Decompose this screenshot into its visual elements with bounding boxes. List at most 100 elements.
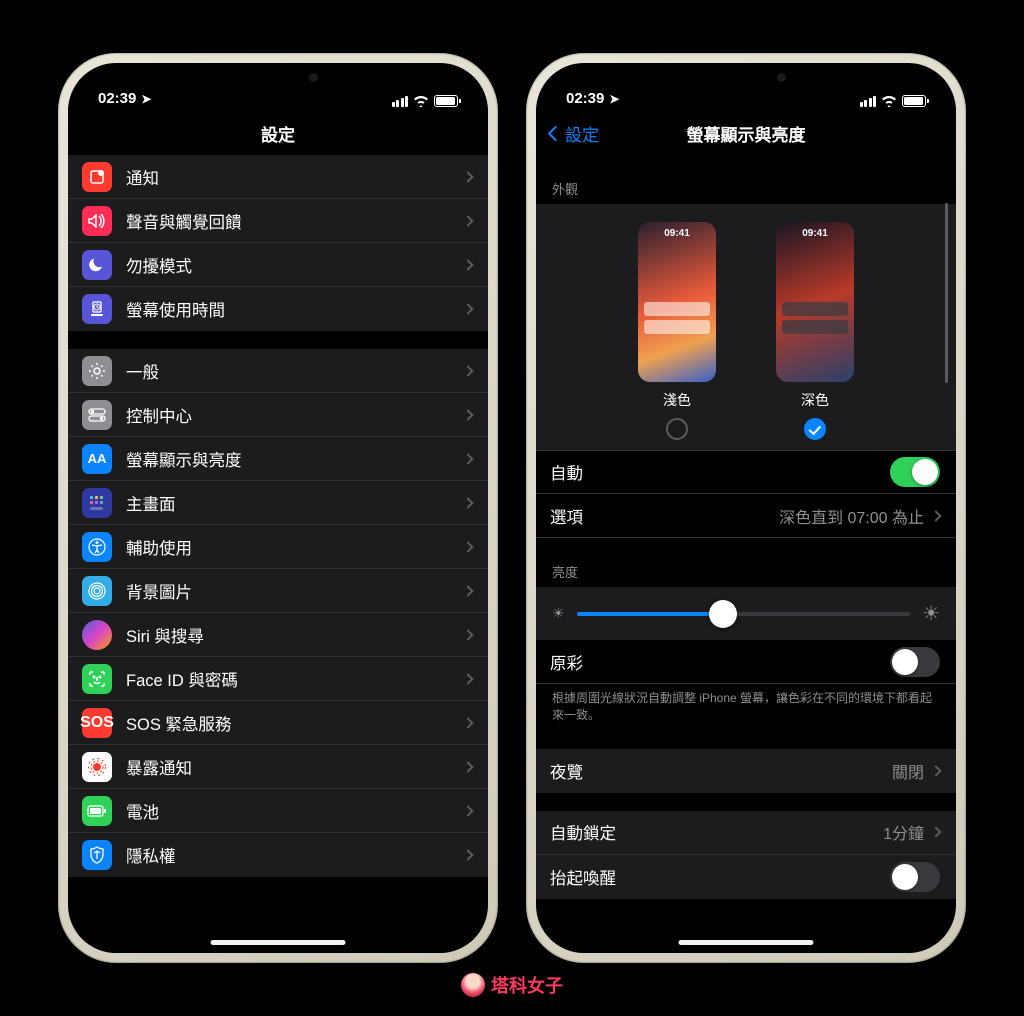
radio-light[interactable] xyxy=(666,418,688,440)
row-notifications[interactable]: 通知 xyxy=(68,155,488,199)
sos-icon: SOS xyxy=(82,708,112,738)
row-battery[interactable]: 電池 xyxy=(68,789,488,833)
preview-dark: 09:41 xyxy=(776,222,854,382)
control-center-icon xyxy=(82,400,112,430)
row-auto-lock[interactable]: 自動鎖定 1分鐘 xyxy=(536,811,956,855)
navbar-settings: 設定 xyxy=(68,111,488,155)
row-dnd[interactable]: 勿擾模式 xyxy=(68,243,488,287)
row-privacy[interactable]: 隱私權 xyxy=(68,833,488,877)
row-sounds[interactable]: 聲音與觸覺回饋 xyxy=(68,199,488,243)
row-options[interactable]: 選項 深色直到 07:00 為止 xyxy=(536,494,956,538)
chevron-right-icon xyxy=(930,827,941,838)
row-auto: 自動 xyxy=(536,450,956,494)
chevron-right-icon xyxy=(462,673,473,684)
toggle-raise-wake[interactable] xyxy=(890,862,940,892)
scrollbar[interactable] xyxy=(945,203,948,383)
row-exposure[interactable]: 暴露通知 xyxy=(68,745,488,789)
homescreen-icon xyxy=(82,488,112,518)
dnd-icon xyxy=(82,250,112,280)
notch xyxy=(651,63,841,93)
wifi-icon xyxy=(413,95,429,107)
appearance-light[interactable]: 09:41 淺色 xyxy=(638,222,716,440)
row-raise-wake: 抬起喚醒 xyxy=(536,855,956,899)
chevron-right-icon xyxy=(462,541,473,552)
notch xyxy=(183,63,373,93)
settings-group-2: 一般 控制中心 AA螢幕顯示與亮度 主畫面 輔助使用 背景圖片 Siri 與搜尋… xyxy=(68,349,488,877)
home-indicator[interactable] xyxy=(211,940,346,945)
screen-left: 02:39 ➤ 設定 通知 聲音與觸覺回饋 勿擾模式 螢幕使用時間 一般 控制中… xyxy=(68,63,488,953)
chevron-right-icon xyxy=(462,171,473,182)
display-settings[interactable]: 外觀 09:41 淺色 09:41 深色 自動 選項 深色直到 07 xyxy=(536,155,956,953)
back-button[interactable]: 設定 xyxy=(550,121,599,146)
faceid-icon xyxy=(82,664,112,694)
notifications-icon xyxy=(82,162,112,192)
row-faceid[interactable]: Face ID 與密碼 xyxy=(68,657,488,701)
watermark-icon xyxy=(461,973,485,997)
toggle-true-tone[interactable] xyxy=(890,647,940,677)
accessibility-icon xyxy=(82,532,112,562)
chevron-right-icon xyxy=(462,717,473,728)
row-siri[interactable]: Siri 與搜尋 xyxy=(68,613,488,657)
navbar-display: 設定 螢幕顯示與亮度 xyxy=(536,111,956,155)
display-icon: AA xyxy=(82,444,112,474)
row-true-tone: 原彩 xyxy=(536,640,956,684)
page-title: 設定 xyxy=(261,121,295,146)
settings-list[interactable]: 通知 聲音與觸覺回饋 勿擾模式 螢幕使用時間 一般 控制中心 AA螢幕顯示與亮度… xyxy=(68,155,488,953)
chevron-right-icon xyxy=(462,849,473,860)
exposure-icon xyxy=(82,752,112,782)
preview-light: 09:41 xyxy=(638,222,716,382)
appearance-dark[interactable]: 09:41 深色 xyxy=(776,222,854,440)
chevron-right-icon xyxy=(462,629,473,640)
row-wallpaper[interactable]: 背景圖片 xyxy=(68,569,488,613)
general-icon xyxy=(82,356,112,386)
group-night-shift: 夜覽 關閉 xyxy=(536,749,956,793)
sounds-icon xyxy=(82,206,112,236)
row-general[interactable]: 一般 xyxy=(68,349,488,393)
slider-fill xyxy=(577,612,724,616)
toggle-auto[interactable] xyxy=(890,457,940,487)
chevron-right-icon xyxy=(930,510,941,521)
privacy-icon xyxy=(82,840,112,870)
siri-icon xyxy=(82,620,112,650)
status-time: 02:39 xyxy=(98,90,136,107)
chevron-right-icon xyxy=(462,365,473,376)
screentime-icon xyxy=(82,294,112,324)
brightness-slider[interactable] xyxy=(577,612,911,616)
row-display[interactable]: AA螢幕顯示與亮度 xyxy=(68,437,488,481)
cell-signal-icon xyxy=(860,96,877,107)
row-accessibility[interactable]: 輔助使用 xyxy=(68,525,488,569)
chevron-right-icon xyxy=(462,805,473,816)
row-control-center[interactable]: 控制中心 xyxy=(68,393,488,437)
location-icon: ➤ xyxy=(609,92,619,106)
battery-row-icon xyxy=(82,796,112,826)
chevron-right-icon xyxy=(462,585,473,596)
row-homescreen[interactable]: 主畫面 xyxy=(68,481,488,525)
home-indicator[interactable] xyxy=(679,940,814,945)
battery-icon xyxy=(902,95,926,107)
sun-big-icon: ☀︎ xyxy=(922,601,940,626)
settings-group-1: 通知 聲音與觸覺回饋 勿擾模式 螢幕使用時間 xyxy=(68,155,488,331)
chevron-right-icon xyxy=(462,761,473,772)
row-night-shift[interactable]: 夜覽 關閉 xyxy=(536,749,956,793)
chevron-right-icon xyxy=(462,259,473,270)
row-sos[interactable]: SOSSOS 緊急服務 xyxy=(68,701,488,745)
row-screentime[interactable]: 螢幕使用時間 xyxy=(68,287,488,331)
radio-dark[interactable] xyxy=(804,418,826,440)
location-icon: ➤ xyxy=(141,92,151,106)
chevron-left-icon xyxy=(548,125,564,141)
appearance-picker: 09:41 淺色 09:41 深色 xyxy=(536,204,956,450)
section-appearance: 外觀 xyxy=(536,171,956,204)
phone-right: 02:39 ➤ 設定 螢幕顯示與亮度 外觀 09:41 淺色 xyxy=(526,53,966,963)
slider-knob[interactable] xyxy=(709,600,737,628)
chevron-right-icon xyxy=(462,409,473,420)
wifi-icon xyxy=(881,95,897,107)
brightness-slider-row: ☀︎ ☀︎ xyxy=(536,587,956,640)
chevron-right-icon xyxy=(462,215,473,226)
chevron-right-icon xyxy=(462,453,473,464)
true-tone-footer: 根據周圍光線狀況自動調整 iPhone 螢幕，讓色彩在不同的環境下都看起來一致。 xyxy=(536,684,956,731)
chevron-right-icon xyxy=(462,303,473,314)
wallpaper-icon xyxy=(82,576,112,606)
chevron-right-icon xyxy=(462,497,473,508)
cell-signal-icon xyxy=(392,96,409,107)
watermark: 塔科女子 xyxy=(461,972,563,998)
